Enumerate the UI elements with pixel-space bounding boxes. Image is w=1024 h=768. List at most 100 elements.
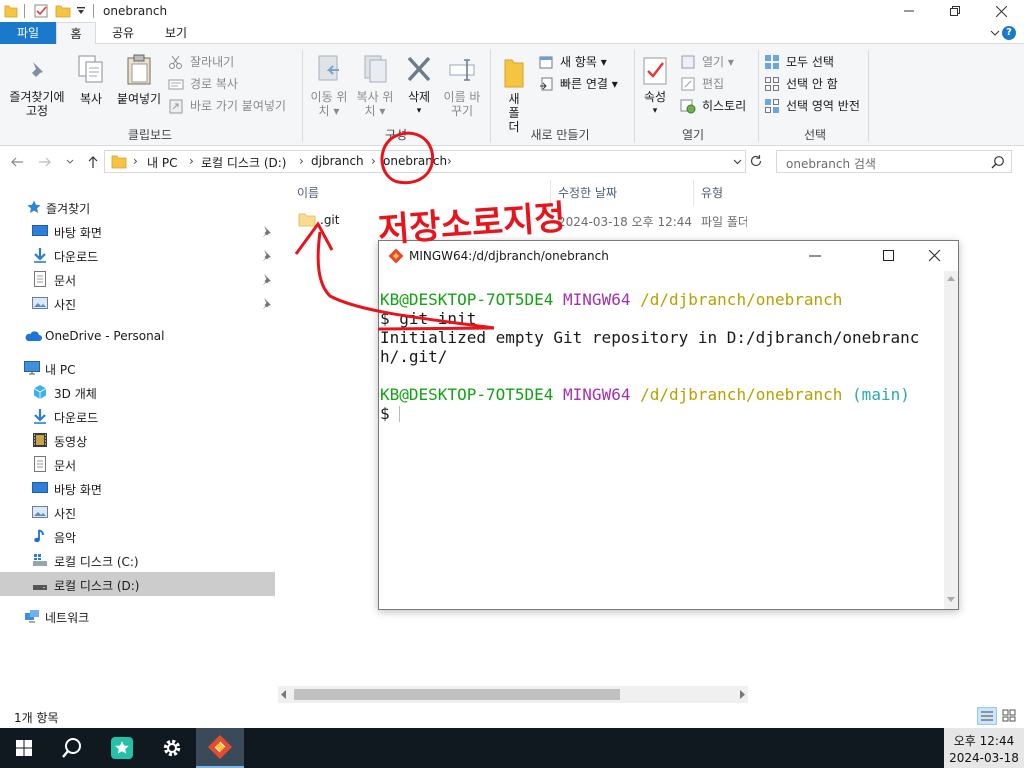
pin-quick-access-button[interactable]: 즐겨찾기에 고정 — [4, 58, 70, 118]
back-arrow-icon[interactable] — [10, 155, 24, 169]
qat-dropdown-icon[interactable] — [76, 6, 86, 22]
pin-icon[interactable] — [260, 225, 272, 237]
pin-icon[interactable] — [260, 297, 272, 309]
terminal-minimize-button[interactable] — [809, 250, 821, 262]
terminal-window[interactable]: MINGW64:/d/djbranch/onebranch KB@DESKTOP… — [378, 240, 959, 610]
nav-3d-objects[interactable]: 3D 개체 — [0, 380, 275, 404]
address-bar[interactable]: › 내 PC › 로컬 디스크 (D:) › djbranch › onebra… — [104, 150, 746, 173]
crumb-drive-d[interactable]: 로컬 디스크 (D:) — [201, 154, 286, 171]
nav-pc-desktop[interactable]: 바탕 화면 — [0, 476, 275, 500]
window-title: onebranch — [103, 4, 168, 18]
select-all-icon — [764, 54, 780, 70]
details-view-button[interactable] — [977, 707, 997, 725]
terminal-close-button[interactable] — [929, 250, 941, 262]
nav-documents[interactable]: 문서 — [0, 267, 275, 291]
column-divider[interactable] — [693, 180, 694, 206]
copy-button[interactable]: 복사 — [72, 54, 110, 106]
restore-button[interactable] — [932, 0, 978, 22]
ribbon-expand-icon[interactable] — [990, 28, 1000, 38]
nav-drive-d[interactable]: 로컬 디스크 (D:) — [0, 572, 275, 596]
nav-desktop[interactable]: 바탕 화면 — [0, 219, 275, 243]
tab-view[interactable]: 보기 — [150, 22, 202, 44]
move-to-button[interactable]: 이동 위치 ▾ — [306, 54, 352, 118]
search-taskbar-button[interactable] — [48, 728, 96, 768]
app-taskbar-button[interactable] — [98, 728, 146, 768]
copy-to-button[interactable]: 복사 위치 ▾ — [352, 54, 398, 118]
history-button[interactable]: 히스토리 — [680, 96, 746, 116]
refresh-icon[interactable] — [749, 154, 763, 168]
terminal-output[interactable]: KB@DESKTOP-7OT5DE4 MINGW64 /d/djbranch/o… — [379, 271, 945, 609]
scroll-left-icon[interactable] — [280, 690, 288, 699]
nav-pc-downloads[interactable]: 다운로드 — [0, 404, 275, 428]
nav-network[interactable]: 네트워크 — [0, 604, 275, 628]
large-icons-view-button[interactable] — [1000, 707, 1020, 725]
scroll-down-icon[interactable] — [947, 597, 955, 603]
address-dropdown-icon[interactable] — [733, 158, 742, 166]
horizontal-scrollbar[interactable] — [278, 686, 748, 703]
delete-button[interactable]: 삭제 ▾ — [398, 54, 440, 118]
pin-icon[interactable] — [260, 249, 272, 261]
crumb-djbranch[interactable]: djbranch — [311, 154, 364, 168]
start-button[interactable] — [0, 728, 48, 768]
nav-drive-c[interactable]: 로컬 디스크 (C:) — [0, 548, 275, 572]
close-button[interactable] — [978, 0, 1024, 22]
file-row[interactable]: .git 2024-03-18 오후 12:44 파일 폴더 — [278, 208, 748, 232]
new-folder-button[interactable]: 새 폴더 — [494, 58, 534, 134]
star-icon — [26, 199, 42, 215]
nav-videos[interactable]: 동영상 — [0, 428, 275, 452]
forward-arrow-icon[interactable] — [38, 155, 52, 169]
settings-taskbar-button[interactable] — [148, 728, 196, 768]
terminal-maximize-button[interactable] — [883, 250, 895, 262]
nav-quick-access[interactable]: 즐겨찾기 — [0, 195, 275, 219]
properties-qat-icon[interactable] — [33, 3, 49, 19]
crumb-onebranch[interactable]: onebranch — [383, 154, 447, 168]
scroll-thumb[interactable] — [294, 689, 620, 700]
select-all-button[interactable]: 모두 선택 — [764, 52, 834, 72]
paste-button[interactable]: 붙여넣기 — [112, 54, 166, 106]
git-bash-taskbar-button[interactable] — [196, 728, 244, 768]
terminal-scrollbar[interactable] — [944, 271, 958, 609]
rename-button[interactable]: 이름 바꾸기 — [440, 54, 484, 118]
up-arrow-icon[interactable] — [86, 155, 100, 169]
terminal-title-bar[interactable]: MINGW64:/d/djbranch/onebranch — [379, 241, 958, 271]
nav-music[interactable]: 음악 — [0, 524, 275, 548]
help-button[interactable]: ? — [1002, 26, 1016, 40]
scroll-right-icon[interactable] — [738, 690, 746, 699]
film-icon — [32, 432, 48, 448]
select-none-button[interactable]: 선택 안 함 — [764, 74, 838, 94]
column-divider[interactable] — [550, 180, 551, 206]
scroll-up-icon[interactable] — [947, 275, 955, 281]
nav-onedrive[interactable]: OneDrive - Personal — [0, 324, 275, 348]
nav-this-pc[interactable]: 내 PC — [0, 356, 275, 380]
new-item-button[interactable]: 새 항목 ▾ — [538, 52, 607, 72]
tab-share[interactable]: 공유 — [100, 22, 146, 44]
properties-button[interactable]: 속성 ▾ — [638, 54, 672, 118]
recent-locations-icon[interactable] — [66, 158, 74, 166]
copy-path-button[interactable]: 경로 복사 — [168, 74, 238, 94]
clock[interactable]: 오후 12:44 2024-03-18 — [944, 728, 1024, 768]
minimize-button[interactable] — [886, 0, 932, 22]
cut-button[interactable]: 잘라내기 — [168, 52, 234, 72]
new-folder-qat-icon[interactable] — [55, 3, 71, 19]
easy-access-button[interactable]: 빠른 연결 ▾ — [538, 74, 618, 94]
invert-selection-button[interactable]: 선택 영역 반전 — [764, 96, 860, 116]
nav-downloads[interactable]: 다운로드 — [0, 243, 275, 267]
column-header-type[interactable]: 유형 — [701, 184, 723, 201]
nav-pc-documents[interactable]: 문서 — [0, 452, 275, 476]
tab-file[interactable]: 파일 — [0, 22, 56, 44]
pin-icon — [25, 58, 49, 84]
nav-pc-pictures[interactable]: 사진 — [0, 500, 275, 524]
edit-button[interactable]: 편집 — [680, 74, 724, 94]
pin-icon[interactable] — [260, 273, 272, 285]
crumb-this-pc[interactable]: 내 PC — [147, 154, 177, 171]
column-header-name[interactable]: 이름 — [297, 184, 319, 201]
scissors-icon — [168, 54, 184, 70]
tab-home[interactable]: 홈 — [56, 22, 96, 45]
nav-pictures[interactable]: 사진 — [0, 291, 275, 315]
nav-label: 바탕 화면 — [54, 226, 102, 240]
column-header-modified[interactable]: 수정한 날짜 — [558, 184, 617, 201]
paste-shortcut-button[interactable]: 바로 가기 붙여넣기 — [168, 96, 286, 116]
open-button[interactable]: 열기 ▾ — [680, 52, 734, 72]
download-icon — [32, 247, 48, 263]
search-input[interactable]: onebranch 검색 — [776, 150, 1012, 173]
